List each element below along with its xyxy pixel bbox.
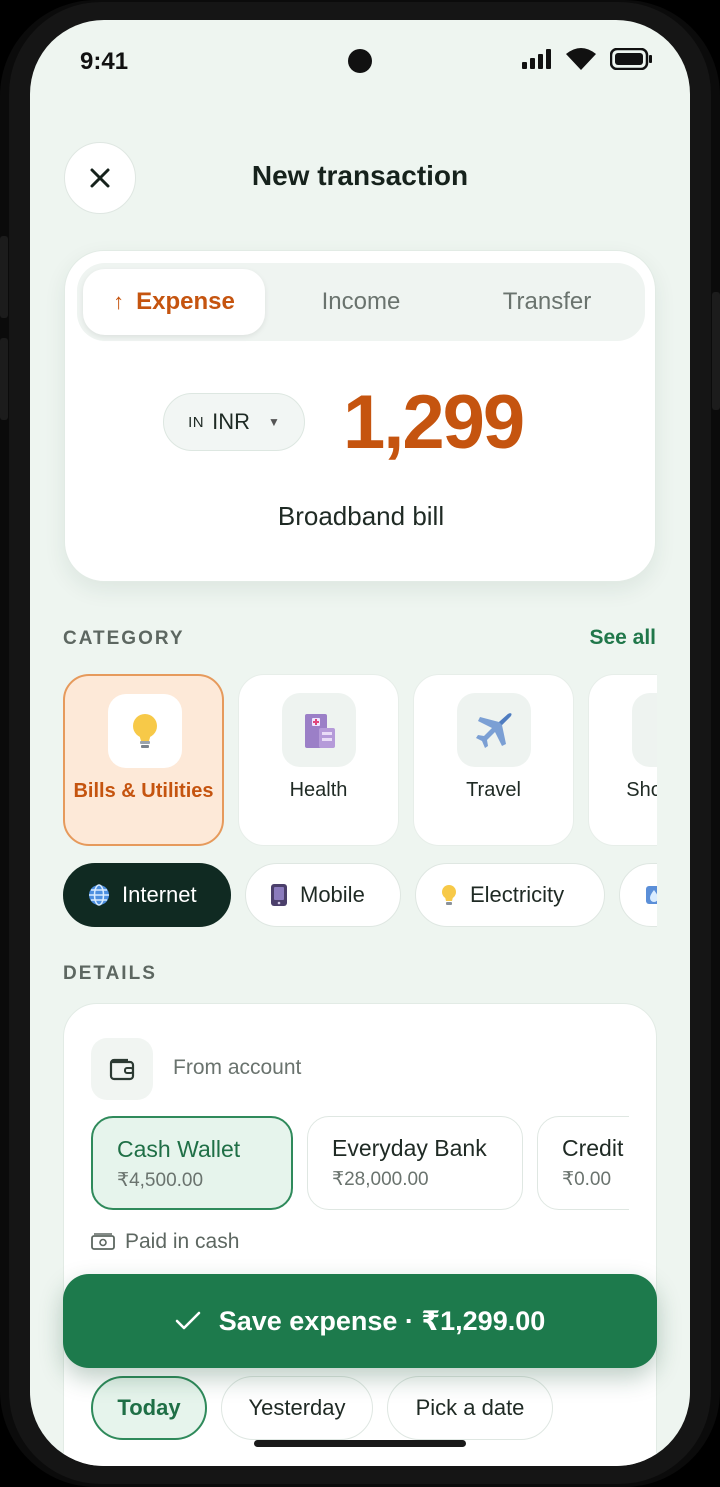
account-balance: ₹0.00 [562,1169,612,1190]
check-icon [175,1311,201,1330]
category-label: Shopping [626,779,657,801]
currency-selector[interactable]: IN INR ▼ [163,393,305,451]
subcategory-label: Mobile [300,882,365,907]
save-expense-button[interactable]: Save expense · ₹1,299.00 [63,1274,657,1368]
category-icon-box [282,693,356,767]
account-icon-box [91,1038,153,1100]
airplane-icon [476,713,512,748]
account-name: Cash Wallet [117,1136,241,1162]
tab-income-label: Income [321,288,401,315]
category-label: Bills & Utilities [73,780,214,802]
category-section-label: CATEGORY [63,628,185,649]
amount-card: ↑ Expense Income Transfer IN INR ▼ 1,299… [64,250,656,582]
subcategory-label: Electricity [470,882,565,907]
payment-note: Paid in cash [91,1230,239,1254]
account-balance: ₹28,000.00 [332,1169,429,1190]
water-icon [646,886,657,904]
cellular-signal-icon [522,49,551,69]
date-selector: Today Yesterday Pick a date [91,1376,631,1440]
account-list: Cash Wallet ₹4,500.00 Everyday Bank ₹28,… [91,1116,629,1212]
category-icon-box [457,693,531,767]
shopping-icon [651,710,657,750]
date-label: Pick a date [415,1395,525,1420]
home-indicator[interactable] [254,1440,466,1447]
account-balance: ₹4,500.00 [117,1170,204,1191]
globe-icon [89,884,109,906]
account-everyday-bank[interactable]: Everyday Bank ₹28,000.00 [307,1116,523,1210]
battery-icon [610,48,652,70]
payment-note-text: Paid in cash [125,1230,240,1253]
volume-down-button [0,338,8,420]
category-bills-utilities[interactable]: Bills & Utilities [63,674,224,846]
tab-transfer-label: Transfer [502,288,592,315]
subcategory-electricity[interactable]: Electricity [415,863,605,927]
currency-flag-code: IN [188,413,205,431]
status-icons [522,48,652,70]
from-account-label: From account [173,1056,302,1079]
cash-icon [91,1233,115,1250]
header: New transaction [30,142,690,218]
amount-input[interactable]: 1,299 [343,379,525,466]
subcategory-mobile[interactable]: Mobile [245,863,401,927]
subcategory-water[interactable] [619,863,657,927]
note-input[interactable]: Broadband bill [65,501,657,532]
date-label: Yesterday [248,1395,346,1420]
category-label: Health [289,779,348,801]
lightbulb-icon [442,885,456,905]
date-pick[interactable]: Pick a date [387,1376,553,1440]
arrow-up-icon: ↑ [113,289,125,314]
details-section-label: DETAILS [63,963,157,984]
category-icon-box [632,693,657,767]
date-today[interactable]: Today [91,1376,207,1440]
account-credit[interactable]: Credit ₹0.00 [537,1116,629,1210]
wifi-icon [566,48,596,70]
category-shopping[interactable]: Shopping [588,674,657,846]
subcategory-list: Internet Mobile Electricity [63,863,657,927]
account-name: Everyday Bank [332,1135,487,1161]
date-label: Today [117,1395,181,1420]
category-travel[interactable]: Travel [413,674,574,846]
details-card: From account Cash Wallet ₹4,500.00 Every… [63,1003,657,1466]
tab-income[interactable]: Income [273,269,449,335]
caret-down-icon: ▼ [268,415,280,429]
phone-frame: 9:41 New transaction ↑ Expense Income Tr… [0,0,720,1487]
account-cash-wallet[interactable]: Cash Wallet ₹4,500.00 [91,1116,293,1210]
subcategory-internet[interactable]: Internet [63,863,231,927]
transaction-type-tabs: ↑ Expense Income Transfer [77,263,645,341]
app-screen: 9:41 New transaction ↑ Expense Income Tr… [30,20,690,1466]
page-title: New transaction [251,160,469,191]
status-time: 9:41 [80,48,129,75]
category-label: Travel [466,779,521,801]
volume-up-button [0,236,8,318]
status-bar: 9:41 [30,20,690,100]
mobile-phone-icon [271,884,287,906]
currency-code: INR [212,409,250,434]
tab-expense[interactable]: ↑ Expense [83,269,265,335]
see-all-link[interactable]: See all [589,626,656,650]
front-camera [348,49,372,73]
hospital-icon [305,714,335,748]
subcategory-label: Internet [122,882,197,907]
category-list: Bills & Utilities Health Travel Sho [63,674,657,846]
lightbulb-icon [133,714,157,748]
tab-expense-label: Expense [136,288,235,315]
date-yesterday[interactable]: Yesterday [221,1376,373,1440]
category-health[interactable]: Health [238,674,399,846]
account-name: Credit [562,1135,624,1161]
wallet-icon [109,1058,135,1081]
tab-transfer[interactable]: Transfer [457,269,637,335]
power-button [712,292,720,410]
category-icon-box [108,694,182,768]
save-button-label: Save expense · ₹1,299.00 [218,1305,546,1336]
